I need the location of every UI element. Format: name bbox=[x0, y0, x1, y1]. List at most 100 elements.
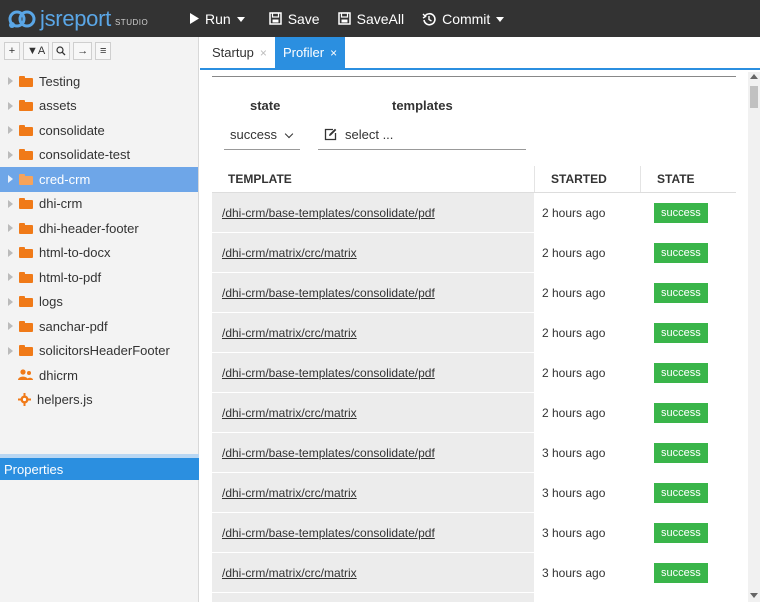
template-link[interactable]: /dhi-crm/base-templates/consolidate/pdf bbox=[222, 446, 435, 460]
search-button[interactable] bbox=[52, 42, 71, 60]
state-select[interactable]: success bbox=[224, 120, 300, 150]
forward-button[interactable]: → bbox=[73, 42, 93, 60]
expand-arrow-icon[interactable] bbox=[8, 224, 13, 233]
table-row[interactable]: /dhi-crm/base-templates/consolidate/pdf … bbox=[212, 193, 736, 233]
template-cell: /dhi-crm/matrix/crc/matrix bbox=[212, 393, 534, 433]
tree-folder-cred-crm[interactable]: cred-crm bbox=[0, 167, 198, 192]
table-row[interactable]: /dhi-crm/base-templates/consolidate/pdf … bbox=[212, 353, 736, 393]
scroll-down-icon[interactable] bbox=[750, 593, 758, 598]
started-cell: 2 hours ago bbox=[542, 206, 606, 220]
tree-folder-dhi-crm[interactable]: dhi-crm bbox=[0, 192, 198, 217]
folder-icon bbox=[19, 222, 33, 234]
expand-arrow-icon[interactable] bbox=[8, 199, 13, 208]
expand-arrow-icon[interactable] bbox=[8, 346, 13, 355]
table-row[interactable]: /dhi-crm/matrix/crc/matrix 2 hours ago s… bbox=[212, 233, 736, 273]
expand-arrow-icon[interactable] bbox=[8, 77, 13, 86]
status-badge: success bbox=[654, 563, 708, 583]
saveall-label: SaveAll bbox=[356, 10, 405, 27]
tree-item-label: consolidate bbox=[39, 122, 105, 138]
save-button[interactable]: Save bbox=[260, 0, 329, 37]
state-cell: success bbox=[640, 433, 736, 473]
tree-folder-consolidate[interactable]: consolidate bbox=[0, 118, 198, 143]
table-row[interactable]: /dhi-crm/matrix/crc/matrix 2 hours ago s… bbox=[212, 313, 736, 353]
add-entity-button[interactable]: + bbox=[4, 42, 20, 60]
expand-arrow-icon[interactable] bbox=[8, 150, 13, 159]
editor-tabs: Startup × Profiler × bbox=[200, 37, 760, 70]
expand-arrow-icon[interactable] bbox=[8, 126, 13, 135]
state-cell: success bbox=[640, 353, 736, 393]
table-row[interactable]: /dhi-crm/matrix/crc/matrix 3 hours ago s… bbox=[212, 553, 736, 593]
table-row[interactable]: /dhi-crm/matrix/crc/matrix 3 hours ago s… bbox=[212, 473, 736, 513]
scroll-thumb[interactable] bbox=[750, 86, 758, 108]
started-cell: 3 hours ago bbox=[542, 566, 606, 580]
state-cell: success bbox=[640, 473, 736, 513]
commit-button[interactable]: Commit bbox=[413, 0, 513, 37]
tree-folder-html-to-docx[interactable]: html-to-docx bbox=[0, 241, 198, 266]
folder-icon bbox=[19, 149, 33, 161]
table-row[interactable]: /dhi-crm/base-templates/consolidate/pdf … bbox=[212, 513, 736, 553]
tree-script-helpers[interactable]: helpers.js bbox=[0, 388, 198, 413]
templates-select[interactable]: select ... bbox=[318, 120, 526, 150]
template-cell: /dhi-crm/matrix/crc/matrix bbox=[212, 233, 534, 273]
expand-arrow-icon[interactable] bbox=[8, 322, 13, 331]
expand-arrow-icon[interactable] bbox=[8, 248, 13, 257]
template-link[interactable]: /dhi-crm/matrix/crc/matrix bbox=[222, 326, 357, 340]
jsreport-logo[interactable]: jsreport STUDIO bbox=[0, 0, 180, 37]
tree-folder-logs[interactable]: logs bbox=[0, 290, 198, 315]
started-cell: 3 hours ago bbox=[542, 446, 606, 460]
state-cell: success bbox=[640, 313, 736, 353]
tree-item-label: cred-crm bbox=[39, 171, 91, 187]
tree-item-label: solicitorsHeaderFooter bbox=[39, 343, 170, 359]
tree-folder-consolidate-test[interactable]: consolidate-test bbox=[0, 143, 198, 168]
folder-icon bbox=[19, 247, 33, 259]
template-link[interactable]: /dhi-crm/base-templates/consolidate/pdf bbox=[222, 206, 435, 220]
properties-header[interactable]: Properties bbox=[0, 454, 199, 480]
filter-button[interactable]: ▼A bbox=[23, 42, 50, 60]
tab-profiler[interactable]: Profiler × bbox=[274, 37, 346, 68]
template-link[interactable]: /dhi-crm/matrix/crc/matrix bbox=[222, 246, 357, 260]
tree-folder-sanchar-pdf[interactable]: sanchar-pdf bbox=[0, 314, 198, 339]
tree-folder-dhi-header-footer[interactable]: dhi-header-footer bbox=[0, 216, 198, 241]
close-icon[interactable]: × bbox=[330, 46, 337, 60]
tree-folder-testing[interactable]: Testing bbox=[0, 69, 198, 94]
users-icon bbox=[18, 369, 33, 381]
menu-button[interactable]: ≡ bbox=[95, 42, 112, 60]
template-link[interactable]: /dhi-crm/matrix/crc/matrix bbox=[222, 406, 357, 420]
template-link[interactable]: /dhi-crm/matrix/crc/matrix bbox=[222, 486, 357, 500]
table-row[interactable]: /dhi-crm/base-templates/consolidate/pdf … bbox=[212, 273, 736, 313]
tree-item-label: Testing bbox=[39, 73, 81, 89]
tab-startup[interactable]: Startup × bbox=[204, 37, 275, 68]
entity-tree-panel: + ▼A → ≡ Testing assets consolidate cons… bbox=[0, 37, 199, 602]
expand-arrow-icon[interactable] bbox=[8, 273, 13, 282]
template-link[interactable]: /dhi-crm/base-templates/consolidate/pdf bbox=[222, 526, 435, 540]
tree-folder-solicitors-header-footer[interactable]: solicitorsHeaderFooter bbox=[0, 339, 198, 364]
status-badge: success bbox=[654, 483, 708, 503]
vertical-scrollbar[interactable] bbox=[748, 72, 760, 602]
table-row[interactable]: /dhi-crm/matrix/crc/matrix 2 hours ago s… bbox=[212, 393, 736, 433]
run-button[interactable]: Run bbox=[180, 0, 254, 37]
expand-arrow-icon[interactable] bbox=[8, 175, 13, 184]
expand-arrow-icon[interactable] bbox=[8, 297, 13, 306]
logo-icon bbox=[6, 8, 38, 30]
template-link[interactable]: /dhi-crm/base-templates/consolidate/pdf bbox=[222, 366, 435, 380]
column-header-template[interactable]: TEMPLATE bbox=[212, 166, 534, 192]
template-link[interactable]: /dhi-crm/base-templates/consolidate/pdf bbox=[222, 286, 435, 300]
saveall-button[interactable]: SaveAll bbox=[329, 0, 413, 37]
tree-folder-html-to-pdf[interactable]: html-to-pdf bbox=[0, 265, 198, 290]
tree-user-dhicrm[interactable]: dhicrm bbox=[0, 363, 198, 388]
template-cell: /dhi-crm/matrix/crc/matrix bbox=[212, 553, 534, 593]
template-link[interactable]: /dhi-crm/matrix/crc/matrix bbox=[222, 566, 357, 580]
column-header-state[interactable]: STATE bbox=[640, 166, 736, 192]
column-header-started[interactable]: STARTED bbox=[534, 166, 640, 192]
search-icon bbox=[56, 46, 66, 56]
state-cell: success bbox=[640, 193, 736, 233]
tree-item-label: assets bbox=[39, 98, 77, 114]
folder-icon bbox=[19, 198, 33, 210]
template-cell: /dhi-crm/base-templates/consolidate/pdf bbox=[212, 353, 534, 393]
table-row[interactable]: /dhi-crm/base-templates/consolidate/pdf … bbox=[212, 433, 736, 473]
scroll-up-icon[interactable] bbox=[750, 74, 758, 79]
tree-folder-assets[interactable]: assets bbox=[0, 94, 198, 119]
folder-icon bbox=[19, 100, 33, 112]
expand-arrow-icon[interactable] bbox=[8, 101, 13, 110]
close-icon[interactable]: × bbox=[260, 46, 267, 60]
